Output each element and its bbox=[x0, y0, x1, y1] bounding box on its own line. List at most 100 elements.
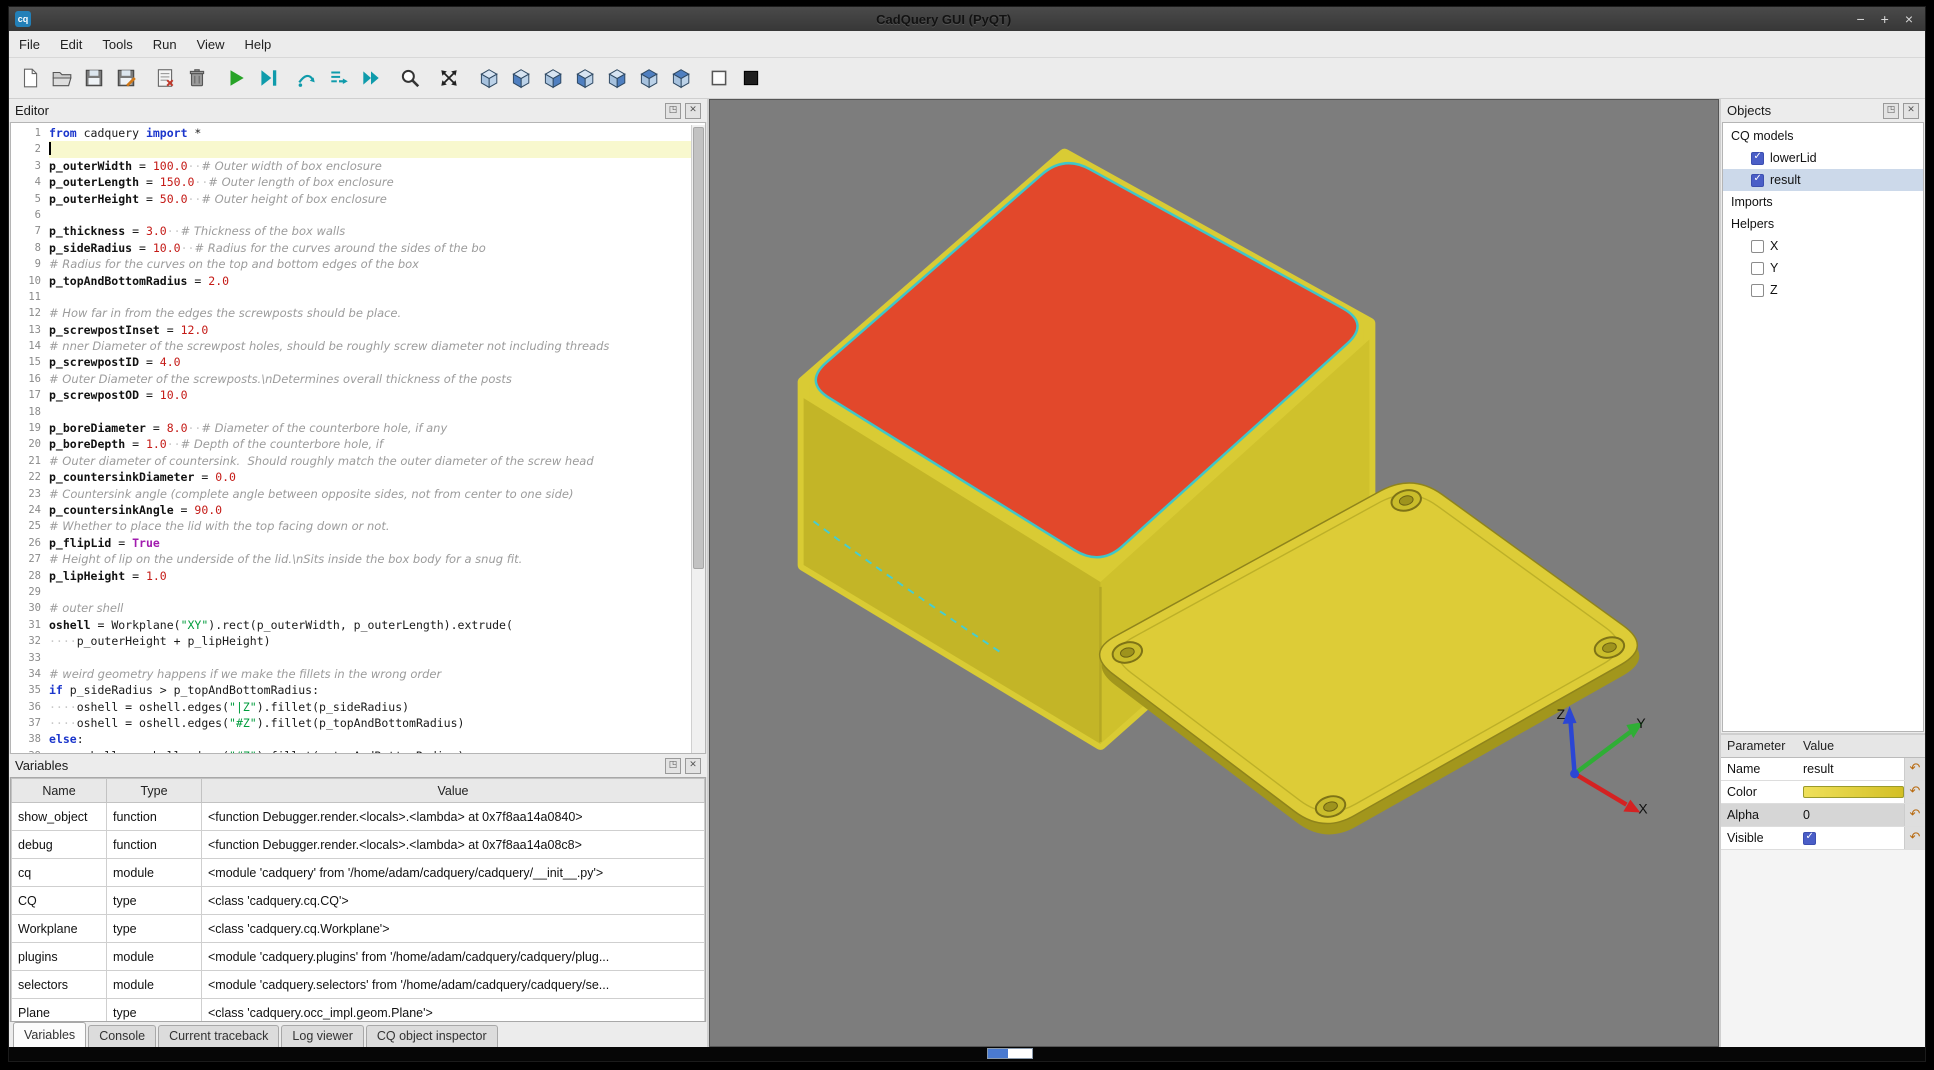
variable-row-show_object[interactable]: show_objectfunction<function Debugger.re… bbox=[12, 803, 705, 831]
menu-tools[interactable]: Tools bbox=[92, 37, 142, 52]
code-line-35[interactable]: 35if p_sideRadius > p_topAndBottomRadius… bbox=[11, 682, 691, 698]
checkbox-y[interactable] bbox=[1751, 262, 1764, 275]
code-line-38[interactable]: 38else: bbox=[11, 731, 691, 747]
clear-console-button[interactable] bbox=[150, 63, 180, 93]
tree-item-z[interactable]: Z bbox=[1723, 279, 1923, 301]
code-line-17[interactable]: 17p_screwpostOD = 10.0 bbox=[11, 387, 691, 403]
variable-row-CQ[interactable]: CQtype<class 'cadquery.cq.CQ'> bbox=[12, 887, 705, 915]
minimize-button[interactable]: − bbox=[1856, 12, 1864, 26]
view-left-button[interactable] bbox=[569, 63, 599, 93]
code-line-34[interactable]: 34# weird geometry happens if we make th… bbox=[11, 666, 691, 682]
view-bottom-button[interactable] bbox=[665, 63, 695, 93]
code-line-5[interactable]: 5p_outerHeight = 50.0··# Outer height of… bbox=[11, 191, 691, 207]
reset-param-button[interactable]: ↶ bbox=[1904, 781, 1925, 803]
code-line-13[interactable]: 13p_screwpostInset = 12.0 bbox=[11, 322, 691, 338]
3d-viewport[interactable]: Z Y X bbox=[709, 99, 1719, 1047]
fit-view-button[interactable] bbox=[434, 63, 464, 93]
tree-item-helpers[interactable]: Helpers bbox=[1723, 213, 1923, 235]
variable-row-Plane[interactable]: Planetype<class 'cadquery.occ_impl.geom.… bbox=[12, 999, 705, 1023]
close-icon[interactable]: ✕ bbox=[685, 758, 701, 774]
code-area[interactable]: 1from cadquery import *23p_outerWidth = … bbox=[11, 125, 691, 753]
code-line-36[interactable]: 36····oshell = oshell.edges("|Z").fillet… bbox=[11, 699, 691, 715]
view-right-button[interactable] bbox=[601, 63, 631, 93]
checkbox-result[interactable] bbox=[1751, 174, 1764, 187]
delete-objects-button[interactable] bbox=[182, 63, 212, 93]
undock-icon[interactable]: ◳ bbox=[665, 103, 681, 119]
code-line-32[interactable]: 32····p_outerHeight + p_lipHeight) bbox=[11, 633, 691, 649]
variable-row-debug[interactable]: debugfunction<function Debugger.render.<… bbox=[12, 831, 705, 859]
code-line-1[interactable]: 1from cadquery import * bbox=[11, 125, 691, 141]
code-line-22[interactable]: 22p_countersinkDiameter = 0.0 bbox=[11, 469, 691, 485]
scrollbar-thumb[interactable] bbox=[693, 127, 704, 569]
view-isometric-button[interactable] bbox=[473, 63, 503, 93]
code-line-31[interactable]: 31oshell = Workplane("XY").rect(p_outerW… bbox=[11, 617, 691, 633]
undock-icon[interactable]: ◳ bbox=[1883, 103, 1899, 119]
menu-run[interactable]: Run bbox=[143, 37, 187, 52]
code-line-26[interactable]: 26p_flipLid = True bbox=[11, 535, 691, 551]
menu-file[interactable]: File bbox=[9, 37, 50, 52]
checkbox-x[interactable] bbox=[1751, 240, 1764, 253]
code-line-37[interactable]: 37····oshell = oshell.edges("#Z").fillet… bbox=[11, 715, 691, 731]
column-header-value[interactable]: Value bbox=[202, 779, 705, 803]
run-to-line-button[interactable] bbox=[356, 63, 386, 93]
debug-script-button[interactable] bbox=[253, 63, 283, 93]
code-line-12[interactable]: 12# How far in from the edges the screwp… bbox=[11, 305, 691, 321]
code-line-18[interactable]: 18 bbox=[11, 404, 691, 420]
view-wireframe-button[interactable] bbox=[704, 63, 734, 93]
view-front-button[interactable] bbox=[505, 63, 535, 93]
tree-item-imports[interactable]: Imports bbox=[1723, 191, 1923, 213]
tree-item-result[interactable]: result bbox=[1723, 169, 1923, 191]
tab-console[interactable]: Console bbox=[88, 1025, 156, 1047]
param-row-name[interactable]: Nameresult↶ bbox=[1721, 758, 1925, 781]
variable-row-cq[interactable]: cqmodule<module 'cadquery' from '/home/a… bbox=[12, 859, 705, 887]
reset-param-button[interactable]: ↶ bbox=[1904, 758, 1925, 780]
editor-scrollbar[interactable] bbox=[691, 125, 705, 753]
tab-current-traceback[interactable]: Current traceback bbox=[158, 1025, 279, 1047]
code-line-28[interactable]: 28p_lipHeight = 1.0 bbox=[11, 568, 691, 584]
code-line-10[interactable]: 10p_topAndBottomRadius = 2.0 bbox=[11, 273, 691, 289]
param-value-name[interactable]: result bbox=[1799, 762, 1904, 776]
view-top-button[interactable] bbox=[633, 63, 663, 93]
code-line-33[interactable]: 33 bbox=[11, 650, 691, 666]
close-button[interactable]: × bbox=[1905, 12, 1913, 26]
tree-item-y[interactable]: Y bbox=[1723, 257, 1923, 279]
tab-variables[interactable]: Variables bbox=[13, 1022, 86, 1047]
color-swatch[interactable] bbox=[1803, 786, 1904, 798]
menu-view[interactable]: View bbox=[187, 37, 235, 52]
tab-cq-object-inspector[interactable]: CQ object inspector bbox=[366, 1025, 498, 1047]
code-line-2[interactable]: 2 bbox=[11, 141, 691, 157]
variable-row-Workplane[interactable]: Workplanetype<class 'cadquery.cq.Workpla… bbox=[12, 915, 705, 943]
code-line-20[interactable]: 20p_boreDepth = 1.0··# Depth of the coun… bbox=[11, 436, 691, 452]
menu-help[interactable]: Help bbox=[235, 37, 282, 52]
save-file-button[interactable] bbox=[79, 63, 109, 93]
column-header-type[interactable]: Type bbox=[107, 779, 202, 803]
save-as-button[interactable] bbox=[111, 63, 141, 93]
view-shaded-button[interactable] bbox=[736, 63, 766, 93]
code-line-23[interactable]: 23# Countersink angle (complete angle be… bbox=[11, 486, 691, 502]
checkbox-lowerlid[interactable] bbox=[1751, 152, 1764, 165]
title-bar[interactable]: cq CadQuery GUI (PyQT) −+× bbox=[9, 7, 1925, 31]
code-line-14[interactable]: 14# nner Diameter of the screwpost holes… bbox=[11, 338, 691, 354]
column-header-name[interactable]: Name bbox=[12, 779, 107, 803]
code-line-19[interactable]: 19p_boreDiameter = 8.0··# Diameter of th… bbox=[11, 420, 691, 436]
maximize-button[interactable]: + bbox=[1881, 12, 1889, 26]
code-line-29[interactable]: 29 bbox=[11, 584, 691, 600]
code-line-11[interactable]: 11 bbox=[11, 289, 691, 305]
checkbox-z[interactable] bbox=[1751, 284, 1764, 297]
viewport-canvas[interactable]: Z Y X bbox=[710, 100, 1718, 1046]
close-icon[interactable]: ✕ bbox=[1903, 103, 1919, 119]
code-line-16[interactable]: 16# Outer Diameter of the screwposts.\nD… bbox=[11, 371, 691, 387]
code-line-39[interactable]: 39····oshell = oshell.edges("#Z").fillet… bbox=[11, 748, 691, 753]
reset-param-button[interactable]: ↶ bbox=[1904, 804, 1925, 826]
step-into-button[interactable] bbox=[324, 63, 354, 93]
new-file-button[interactable] bbox=[15, 63, 45, 93]
code-line-6[interactable]: 6 bbox=[11, 207, 691, 223]
code-line-7[interactable]: 7p_thickness = 3.0··# Thickness of the b… bbox=[11, 223, 691, 239]
zoom-to-fit-button[interactable] bbox=[395, 63, 425, 93]
code-line-9[interactable]: 9# Radius for the curves on the top and … bbox=[11, 256, 691, 272]
reset-param-button[interactable]: ↶ bbox=[1904, 827, 1925, 849]
code-line-3[interactable]: 3p_outerWidth = 100.0··# Outer width of … bbox=[11, 158, 691, 174]
tree-item-lowerlid[interactable]: lowerLid bbox=[1723, 147, 1923, 169]
param-value-alpha[interactable]: 0 bbox=[1799, 808, 1904, 822]
variable-row-selectors[interactable]: selectorsmodule<module 'cadquery.selecto… bbox=[12, 971, 705, 999]
